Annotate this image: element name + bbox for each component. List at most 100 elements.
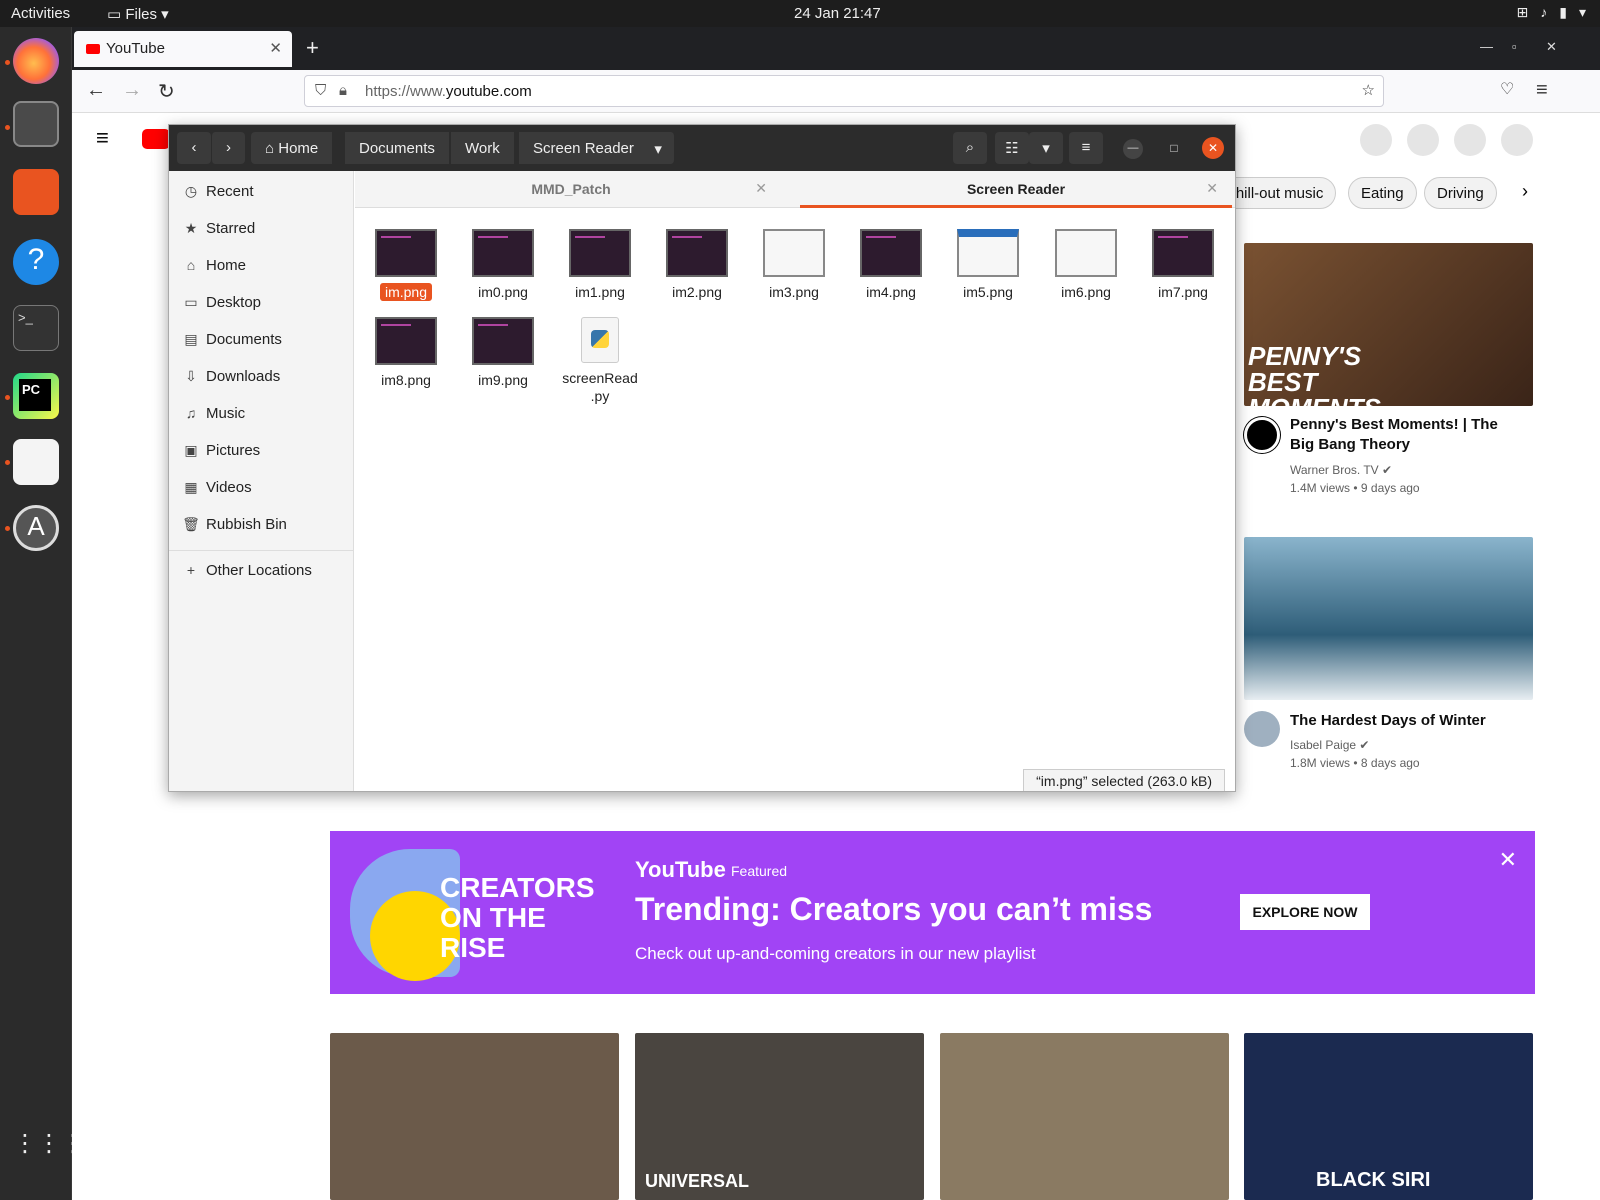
file-name: screenRead .py xyxy=(562,370,638,404)
lock-icon[interactable]: 🔒︎ xyxy=(339,82,347,99)
breadcrumb-home[interactable]: ⌂ Home xyxy=(251,132,334,164)
chip-eating[interactable]: Eating xyxy=(1348,177,1417,209)
updater-icon[interactable]: A xyxy=(13,505,59,551)
system-tray[interactable]: ⊞ ♪ ▮ ▾ xyxy=(1517,4,1586,21)
view-options-icon[interactable]: ▾ xyxy=(1029,132,1063,164)
notifications-icon[interactable] xyxy=(1454,124,1486,156)
close-tab-icon[interactable]: ✕ xyxy=(269,39,282,57)
video-title[interactable]: Penny's Best Moments! | The Big Bang The… xyxy=(1290,415,1520,455)
file-item[interactable]: im3.png xyxy=(749,229,839,301)
close-banner-icon[interactable]: ✕ xyxy=(1499,847,1517,873)
file-item[interactable]: im0.png xyxy=(458,229,548,301)
url-domain: youtube.com xyxy=(445,83,532,100)
files-app-menu[interactable]: ▭ Files ▾ xyxy=(107,5,169,23)
pycharm-icon[interactable]: PC xyxy=(13,373,59,419)
sidebar-item-home[interactable]: ⌂ Home xyxy=(169,248,353,285)
sidebar-item-starred[interactable]: ★ Starred xyxy=(169,211,353,248)
video-thumbnail[interactable] xyxy=(940,1033,1229,1200)
maximize-icon[interactable]: ▫ xyxy=(1512,39,1517,54)
close-tab-icon[interactable]: ✕ xyxy=(1206,180,1218,197)
file-item[interactable]: im8.png xyxy=(361,317,451,389)
maximize-icon[interactable]: □ xyxy=(1164,139,1184,159)
close-icon[interactable]: ✕ xyxy=(1202,137,1224,159)
avatar[interactable] xyxy=(1501,124,1533,156)
url-text[interactable]: https://www.youtube.com xyxy=(365,83,532,100)
text-editor-icon[interactable] xyxy=(13,439,59,485)
sidebar-item-music[interactable]: ♫ Music xyxy=(169,396,353,433)
guide-menu-icon[interactable]: ≡ xyxy=(96,125,109,151)
video-thumbnail[interactable]: BLACK SIRI xyxy=(1244,1033,1533,1200)
sidebar-item-desktop[interactable]: ▭ Desktop xyxy=(169,285,353,322)
file-item[interactable]: im5.png xyxy=(943,229,1033,301)
file-item[interactable]: im.png xyxy=(361,229,451,301)
app-menu-icon[interactable]: ≡ xyxy=(1536,79,1548,102)
file-item[interactable]: im2.png xyxy=(652,229,742,301)
shield-icon[interactable]: ⛉ xyxy=(315,82,326,99)
software-icon[interactable] xyxy=(13,169,59,215)
channel-name[interactable]: Warner Bros. TV ✔ xyxy=(1290,461,1392,479)
battery-icon: ▮ xyxy=(1559,4,1567,20)
chevron-right-icon[interactable]: › xyxy=(1522,181,1528,202)
hamburger-menu-icon[interactable]: ≡ xyxy=(1069,132,1103,164)
channel-avatar[interactable] xyxy=(1244,711,1280,747)
forward-icon[interactable]: → xyxy=(122,79,142,102)
tab-mmd-patch[interactable]: MMD_Patch ✕ xyxy=(355,171,787,208)
forward-icon[interactable]: › xyxy=(211,132,245,164)
new-tab-button[interactable]: + xyxy=(306,35,319,61)
minimize-icon[interactable]: — xyxy=(1123,139,1143,159)
channel-avatar[interactable] xyxy=(1244,417,1280,453)
file-item[interactable]: im6.png xyxy=(1041,229,1131,301)
create-icon[interactable] xyxy=(1360,124,1392,156)
nav-bar: ← → ↻ ⛉ 🔒︎ https://www.youtube.com ☆ ♡ ≡ xyxy=(72,70,1600,113)
close-window-icon[interactable]: ✕ xyxy=(1546,39,1557,55)
breadcrumb-work[interactable]: Work xyxy=(451,132,515,164)
help-icon[interactable]: ? xyxy=(13,239,59,285)
apps-icon[interactable] xyxy=(1407,124,1439,156)
sidebar-item-pictures[interactable]: ▣ Pictures xyxy=(169,433,353,470)
pocket-icon[interactable]: ♡ xyxy=(1500,79,1514,99)
sidebar-item-label: Other Locations xyxy=(206,562,312,579)
back-icon[interactable]: ← xyxy=(86,79,106,102)
tab-screen-reader[interactable]: Screen Reader ✕ xyxy=(800,171,1232,208)
channel-name[interactable]: Isabel Paige ✔ xyxy=(1290,736,1369,754)
sidebar-item-videos[interactable]: ▦ Videos xyxy=(169,470,353,507)
chip-driving[interactable]: Driving xyxy=(1424,177,1497,209)
file-item[interactable]: im9.png xyxy=(458,317,548,389)
file-item[interactable]: im1.png xyxy=(555,229,645,301)
close-tab-icon[interactable]: ✕ xyxy=(755,180,767,197)
video-thumbnail[interactable]: UNIVERSAL xyxy=(635,1033,924,1200)
activities-button[interactable]: Activities xyxy=(11,5,70,22)
explore-now-button[interactable]: EXPLORE NOW xyxy=(1240,894,1370,930)
files-icon[interactable] xyxy=(13,101,59,147)
url-bar[interactable]: ⛉ 🔒︎ https://www.youtube.com ☆ xyxy=(304,75,1384,107)
search-icon[interactable]: ⌕ xyxy=(953,132,987,164)
tab-strip: YouTube ✕ + — ▫ ✕ xyxy=(72,27,1600,70)
breadcrumb-documents[interactable]: Documents xyxy=(345,132,450,164)
back-icon[interactable]: ‹ xyxy=(177,132,211,164)
reload-icon[interactable]: ↻ xyxy=(158,79,175,104)
places-sidebar: ◷ Recent ★ Starred ⌂ Home ▭ Desktop ▤ Documen… xyxy=(169,171,354,791)
bookmark-star-icon[interactable]: ☆ xyxy=(1362,81,1375,99)
video-thumbnail[interactable] xyxy=(330,1033,619,1200)
minimize-icon[interactable]: — xyxy=(1480,39,1493,54)
file-item[interactable]: screenRead .py xyxy=(555,317,645,405)
breadcrumb-screen-reader[interactable]: Screen Reader ▾ xyxy=(519,132,675,164)
file-item[interactable]: im4.png xyxy=(846,229,936,301)
terminal-icon[interactable]: >_ xyxy=(13,305,59,351)
list-view-icon[interactable]: ☷ xyxy=(995,132,1029,164)
firefox-icon[interactable] xyxy=(13,38,59,84)
music-icon: ♫ xyxy=(185,405,197,421)
sidebar-item-rubbish-bin[interactable]: 🗑︎ Rubbish Bin xyxy=(169,507,353,544)
sidebar-item-other-locations[interactable]: + Other Locations xyxy=(169,553,353,590)
file-item[interactable]: im7.png xyxy=(1138,229,1228,301)
clock[interactable]: 24 Jan 21:47 xyxy=(794,5,881,22)
youtube-logo-icon[interactable] xyxy=(142,129,170,149)
sidebar-item-documents[interactable]: ▤ Documents xyxy=(169,322,353,359)
video-thumbnail[interactable] xyxy=(1244,537,1533,700)
app-grid-icon[interactable]: ⋮⋮⋮ xyxy=(13,1121,85,1167)
tab-youtube[interactable]: YouTube ✕ xyxy=(74,31,292,67)
sidebar-item-recent[interactable]: ◷ Recent xyxy=(169,174,353,211)
sidebar-item-downloads[interactable]: ⇩ Downloads xyxy=(169,359,353,396)
video-title[interactable]: The Hardest Days of Winter xyxy=(1290,711,1520,731)
video-thumbnail[interactable]: PENNY'S BEST MOMENTS xyxy=(1244,243,1533,406)
